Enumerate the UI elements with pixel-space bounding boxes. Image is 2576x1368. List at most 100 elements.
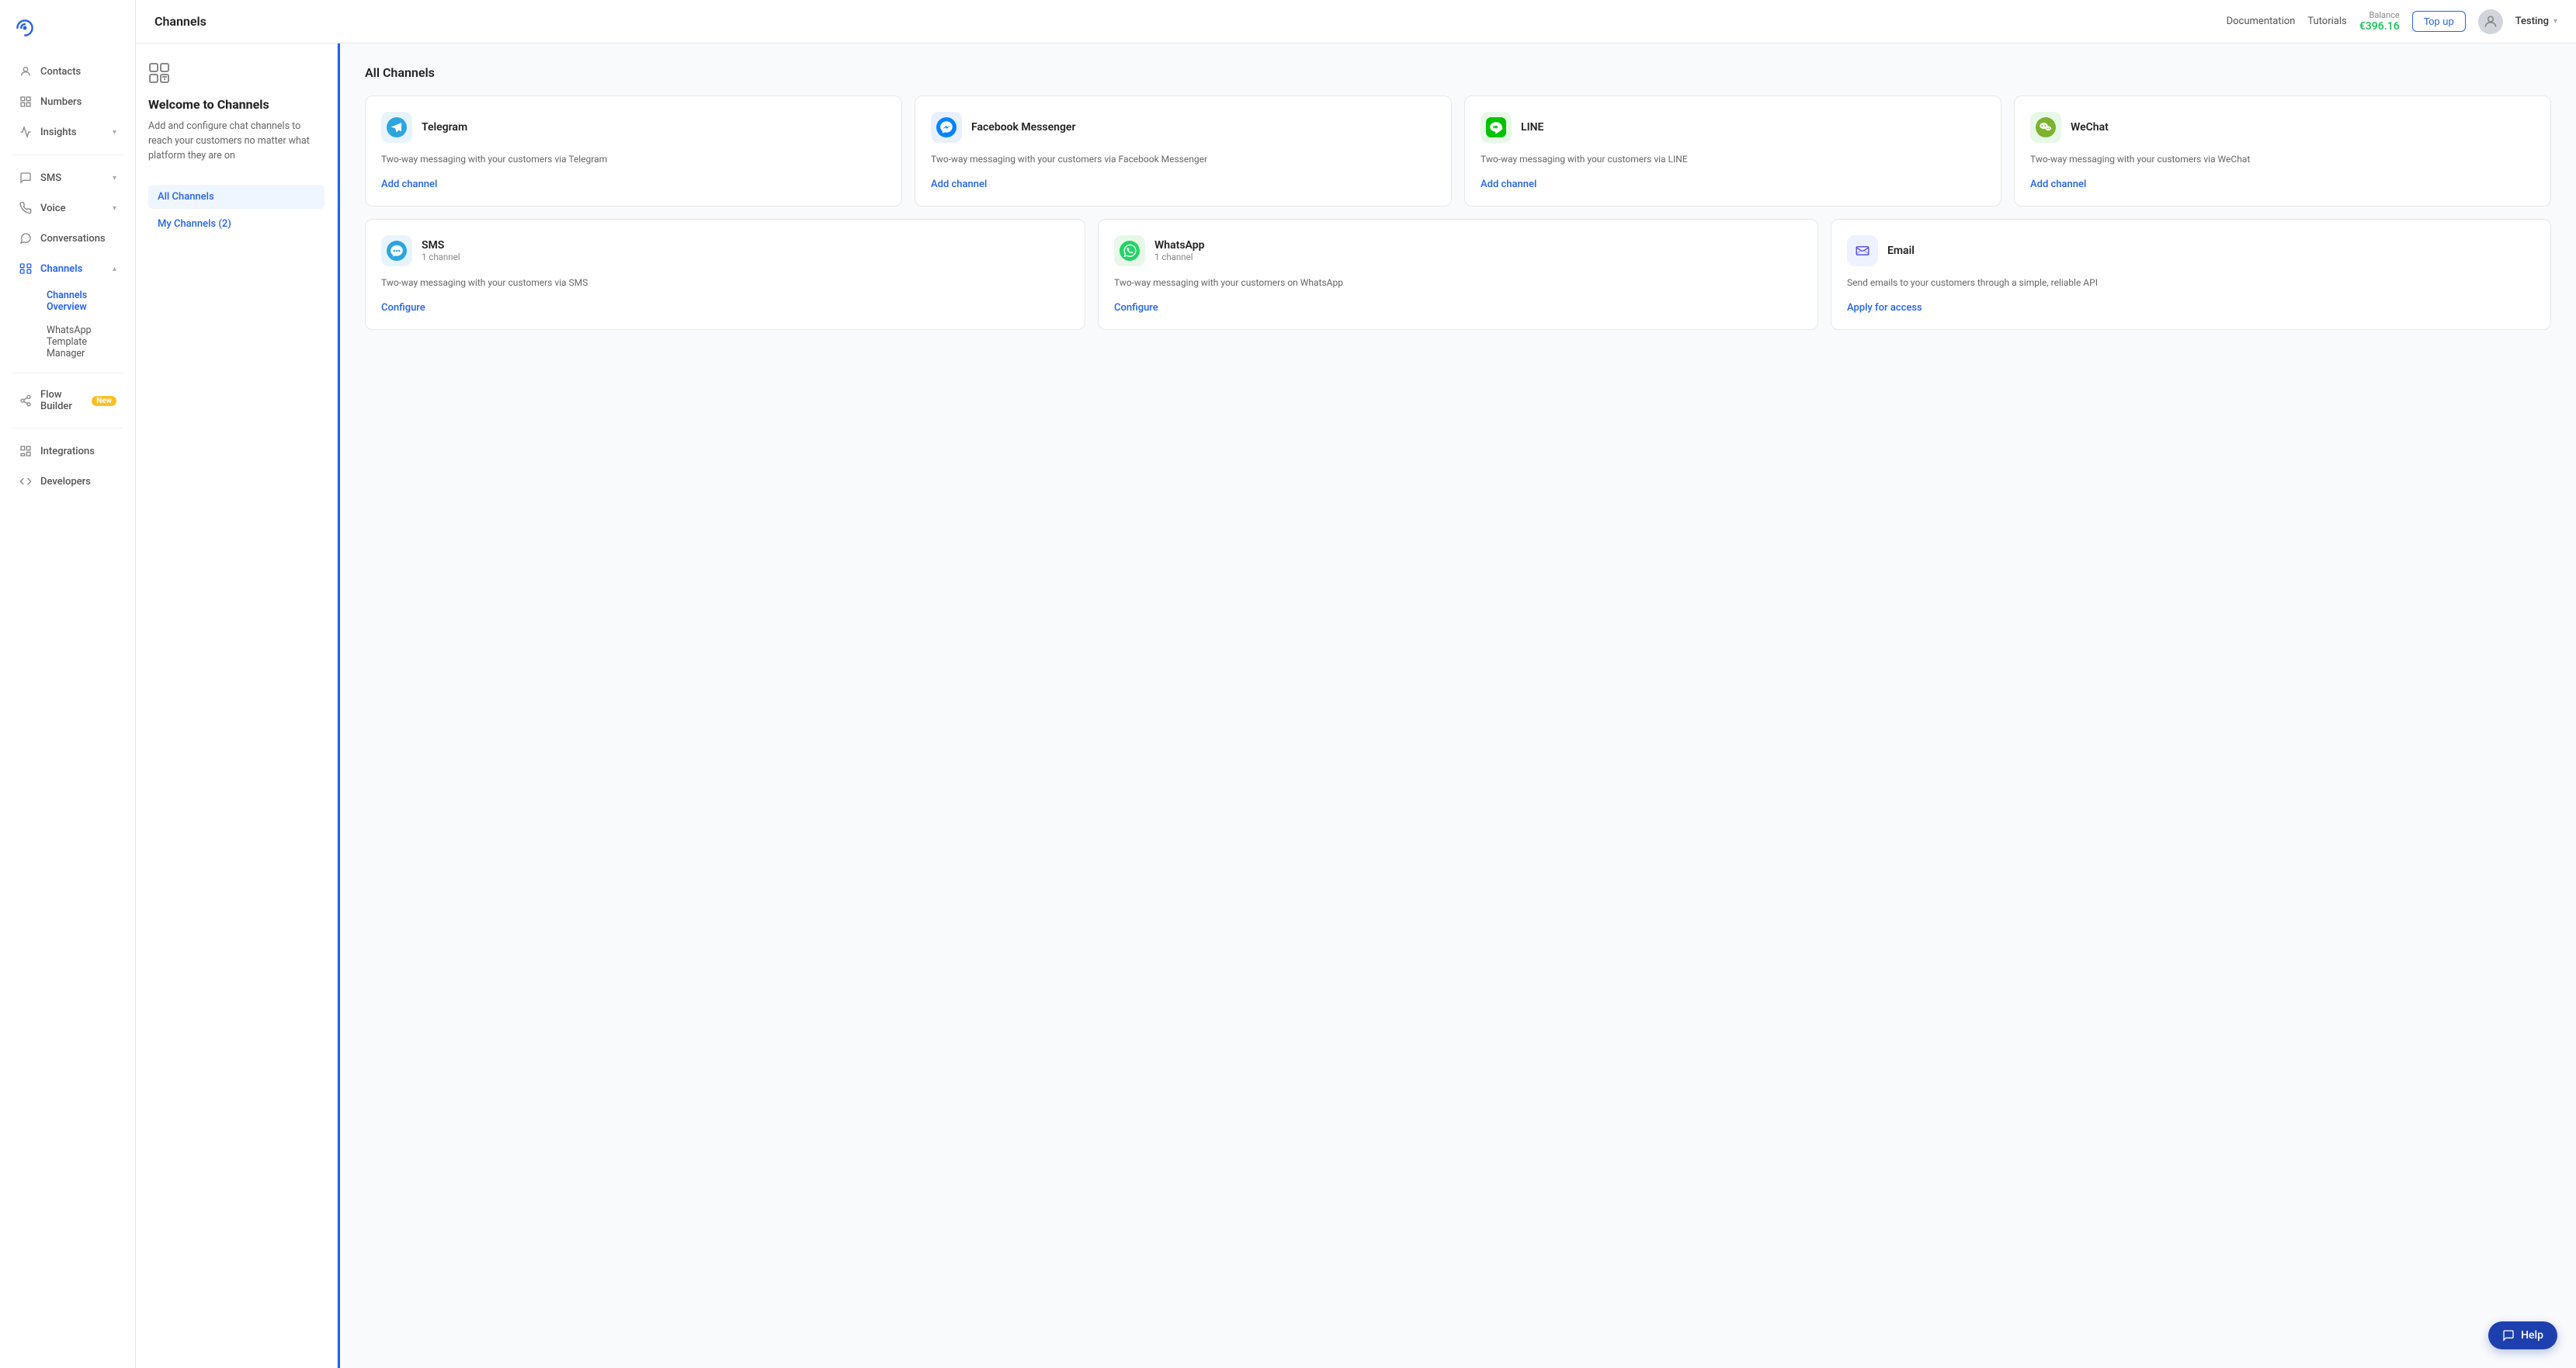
channel-name-wechat: WeChat — [2071, 121, 2109, 134]
add-channel-facebook[interactable]: Add channel — [931, 179, 1436, 190]
conversations-label: Conversations — [40, 233, 116, 245]
channel-card-sms[interactable]: SMS 1 channel Two-way messaging with you… — [365, 219, 1085, 330]
configure-sms[interactable]: Configure — [381, 302, 1069, 314]
user-menu[interactable]: Testing ▾ — [2515, 16, 2557, 27]
panel-nav: All Channels My Channels (2) — [148, 185, 325, 236]
my-channels-nav[interactable]: My Channels (2) — [148, 212, 325, 236]
channel-desc-email: Send emails to your customers through a … — [1847, 276, 2535, 290]
insights-label: Insights — [40, 127, 105, 138]
voice-label: Voice — [40, 203, 105, 214]
sidebar-item-developers[interactable]: Developers — [6, 467, 129, 496]
channels-bottom-grid: SMS 1 channel Two-way messaging with you… — [365, 219, 2551, 330]
balance-amount: €396.16 — [2359, 20, 2400, 33]
sidebar-item-numbers[interactable]: Numbers — [6, 87, 129, 116]
channels-subnav: Channels Overview WhatsApp Template Mana… — [0, 284, 135, 365]
channel-card-whatsapp[interactable]: WhatsApp 1 channel Two-way messaging wit… — [1098, 219, 1818, 330]
sms-icon — [19, 171, 33, 185]
section-title: All Channels — [365, 65, 2551, 80]
welcome-title: Welcome to Channels — [148, 97, 325, 112]
channels-chevron-icon: ▴ — [113, 265, 116, 273]
facebook-icon — [931, 112, 962, 143]
configure-whatsapp[interactable]: Configure — [1114, 302, 1802, 314]
channels-main: All Channels Telegram — [340, 43, 2576, 1368]
sidebar-item-conversations[interactable]: Conversations — [6, 224, 129, 253]
new-badge: New — [92, 396, 116, 406]
topup-button[interactable]: Top up — [2412, 11, 2466, 32]
user-chevron-icon: ▾ — [2553, 17, 2557, 26]
welcome-section: Welcome to Channels Add and configure ch… — [148, 62, 325, 163]
voice-chevron-icon: ▾ — [113, 204, 116, 213]
balance-label: Balance — [2359, 10, 2400, 20]
add-channel-line[interactable]: Add channel — [1481, 179, 1985, 190]
person-icon — [19, 64, 33, 78]
email-icon — [1847, 235, 1878, 266]
left-panel: Welcome to Channels Add and configure ch… — [136, 43, 338, 1368]
nav-divider-3 — [12, 428, 123, 429]
main-content: Channels Documentation Tutorials Balance… — [136, 0, 2576, 1368]
docs-link[interactable]: Documentation — [2227, 16, 2296, 27]
sms-chevron-icon: ▾ — [113, 174, 116, 182]
welcome-icon — [148, 62, 325, 88]
channel-name-sub-sms: SMS 1 channel — [422, 239, 460, 262]
wechat-icon — [2030, 112, 2061, 143]
grid-plus-icon — [148, 62, 170, 88]
sms-channel-icon — [381, 235, 412, 266]
user-name: Testing — [2515, 16, 2549, 27]
sidebar-nav: Contacts Numbers Insights ▾ SMS ▾ — [0, 56, 135, 1359]
channel-header-facebook: Facebook Messenger — [931, 112, 1436, 143]
add-channel-telegram[interactable]: Add channel — [381, 179, 886, 190]
flow-builder-label: Flow Builder — [40, 389, 81, 412]
content-area: Welcome to Channels Add and configure ch… — [136, 43, 2576, 1368]
channels-top-grid: Telegram Two-way messaging with your cus… — [365, 95, 2551, 207]
avatar — [2478, 9, 2503, 34]
sidebar-item-voice[interactable]: Voice ▾ — [6, 193, 129, 223]
tutorials-link[interactable]: Tutorials — [2307, 16, 2346, 27]
sidebar-item-contacts[interactable]: Contacts — [6, 57, 129, 86]
telegram-icon — [381, 112, 412, 143]
sidebar-item-sms[interactable]: SMS ▾ — [6, 163, 129, 193]
sidebar: Contacts Numbers Insights ▾ SMS ▾ — [0, 0, 136, 1368]
channel-name-sub-whatsapp: WhatsApp 1 channel — [1154, 239, 1204, 262]
numbers-label: Numbers — [40, 96, 116, 108]
whatsapp-icon — [1114, 235, 1145, 266]
channel-header-line: LINE — [1481, 112, 1985, 143]
channel-name-email: Email — [1887, 245, 1915, 257]
help-label: Help — [2521, 1329, 2543, 1342]
channel-header-whatsapp: WhatsApp 1 channel — [1114, 235, 1802, 266]
sidebar-item-insights[interactable]: Insights ▾ — [6, 117, 129, 147]
channel-desc-whatsapp: Two-way messaging with your customers on… — [1114, 276, 1802, 290]
all-channels-nav[interactable]: All Channels — [148, 185, 325, 209]
flow-icon — [19, 394, 33, 408]
sidebar-item-integrations[interactable]: Integrations — [6, 436, 129, 466]
logo — [0, 9, 135, 56]
channel-card-email[interactable]: Email Send emails to your customers thro… — [1831, 219, 2551, 330]
channel-header-sms: SMS 1 channel — [381, 235, 1069, 266]
sidebar-item-flow-builder[interactable]: Flow Builder New — [6, 381, 129, 420]
sidebar-item-whatsapp-template[interactable]: WhatsApp Template Manager — [12, 319, 129, 365]
help-button[interactable]: Help — [2488, 1321, 2557, 1349]
developers-label: Developers — [40, 476, 116, 488]
sms-label: SMS — [40, 172, 105, 184]
channel-name-facebook: Facebook Messenger — [971, 121, 1075, 134]
add-channel-wechat[interactable]: Add channel — [2030, 179, 2535, 190]
channel-card-telegram[interactable]: Telegram Two-way messaging with your cus… — [365, 95, 902, 207]
sidebar-item-channels-overview[interactable]: Channels Overview — [12, 284, 129, 318]
channel-card-line[interactable]: LINE Two-way messaging with your custome… — [1464, 95, 2001, 207]
grid-icon — [19, 95, 33, 109]
insights-chevron-icon: ▾ — [113, 128, 116, 137]
voice-icon — [19, 201, 33, 215]
sidebar-item-channels[interactable]: Channels ▴ — [6, 254, 129, 283]
channel-header-email: Email — [1847, 235, 2535, 266]
channels-label: Channels — [40, 263, 105, 275]
channel-desc-telegram: Two-way messaging with your customers vi… — [381, 152, 886, 166]
header: Channels Documentation Tutorials Balance… — [136, 0, 2576, 43]
balance-display: Balance €396.16 — [2359, 10, 2400, 33]
channel-card-facebook[interactable]: Facebook Messenger Two-way messaging wit… — [915, 95, 1452, 207]
channel-card-wechat[interactable]: WeChat Two-way messaging with your custo… — [2014, 95, 2551, 207]
channel-header-telegram: Telegram — [381, 112, 886, 143]
channel-name-telegram: Telegram — [422, 121, 467, 134]
welcome-desc: Add and configure chat channels to reach… — [148, 120, 325, 163]
contacts-label: Contacts — [40, 66, 116, 78]
channel-name-line: LINE — [1521, 121, 1543, 134]
apply-access-email[interactable]: Apply for access — [1847, 302, 2535, 314]
